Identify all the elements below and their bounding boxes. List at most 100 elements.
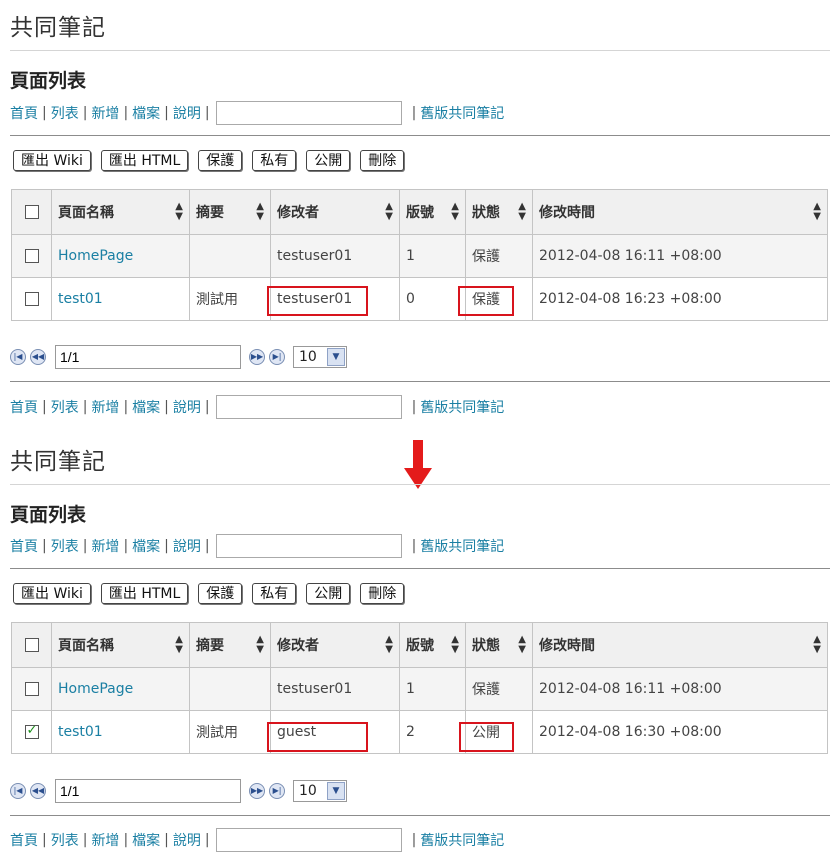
column-header-modifier[interactable]: 修改者 ▲ ▼: [270, 622, 400, 668]
delete-button[interactable]: 刪除: [360, 583, 405, 604]
nav-old-version-link[interactable]: 舊版共同筆記: [420, 536, 504, 556]
table-row[interactable]: test01 測試用 guest 2 公開 2012-04-08 16:30 +…: [11, 710, 828, 754]
public-button[interactable]: 公開: [306, 150, 351, 171]
nav-separator: |: [82, 832, 88, 848]
nav-new-link[interactable]: 新增: [91, 103, 119, 123]
modifier-cell: testuser01: [270, 277, 400, 321]
public-button[interactable]: 公開: [306, 583, 351, 604]
page-name-link[interactable]: HomePage: [58, 681, 133, 697]
nav-files-link[interactable]: 檔案: [132, 397, 160, 417]
row-checkbox[interactable]: [24, 723, 39, 739]
page-name-link[interactable]: HomePage: [58, 248, 133, 264]
title-divider: [10, 484, 830, 485]
nav-help-link[interactable]: 說明: [173, 536, 201, 556]
nav-help-link[interactable]: 說明: [173, 830, 201, 850]
private-button[interactable]: 私有: [252, 150, 297, 171]
last-page-icon[interactable]: ▶|: [269, 349, 285, 365]
protect-button[interactable]: 保護: [198, 583, 243, 604]
first-page-icon[interactable]: |◀: [10, 349, 26, 365]
page-size-select[interactable]: 10 ▼: [293, 780, 347, 802]
page-name-cell: test01: [51, 277, 190, 321]
next-page-icon[interactable]: ▶▶: [249, 783, 265, 799]
nav-old-version-link[interactable]: 舊版共同筆記: [420, 830, 504, 850]
prev-page-icon[interactable]: ◀◀: [30, 349, 46, 365]
export-wiki-button[interactable]: 匯出 Wiki: [13, 583, 91, 604]
nav-new-link[interactable]: 新增: [91, 397, 119, 417]
search-input[interactable]: [215, 534, 402, 558]
table-row[interactable]: HomePage testuser01 1 保護 2012-04-08 16:1…: [11, 667, 828, 711]
nav-files-link[interactable]: 檔案: [132, 536, 160, 556]
nav-separator: |: [204, 832, 210, 848]
page-number-input[interactable]: [55, 345, 241, 369]
nav-new-link[interactable]: 新增: [91, 536, 119, 556]
row-checkbox[interactable]: [24, 292, 39, 306]
column-header-summary[interactable]: 摘要 ▲ ▼: [189, 189, 271, 235]
column-header-status[interactable]: 狀態 ▲ ▼: [465, 189, 533, 235]
wiki-title: 共同筆記: [10, 15, 106, 41]
sort-arrows-icon[interactable]: ▲ ▼: [451, 202, 459, 222]
next-page-icon[interactable]: ▶▶: [249, 349, 265, 365]
nav-list-link[interactable]: 列表: [51, 103, 79, 123]
sort-arrows-icon[interactable]: ▲ ▼: [256, 202, 264, 222]
nav-home-link[interactable]: 首頁: [10, 103, 38, 123]
first-page-icon[interactable]: |◀: [10, 783, 26, 799]
nav-old-version-link[interactable]: 舊版共同筆記: [420, 103, 504, 123]
page-name-link[interactable]: test01: [58, 724, 103, 740]
row-checkbox[interactable]: [24, 682, 39, 696]
export-html-button[interactable]: 匯出 HTML: [100, 583, 189, 604]
sort-arrows-icon[interactable]: ▲ ▼: [385, 202, 393, 222]
nav-help-link[interactable]: 說明: [173, 397, 201, 417]
search-input[interactable]: [215, 395, 402, 419]
nav-separator: |: [164, 832, 169, 848]
nav-home-link[interactable]: 首頁: [10, 536, 38, 556]
column-header-version[interactable]: 版號 ▲ ▼: [399, 189, 466, 235]
sort-arrows-icon[interactable]: ▲ ▼: [385, 635, 393, 655]
sort-arrows-icon[interactable]: ▲ ▼: [813, 635, 821, 655]
export-html-button[interactable]: 匯出 HTML: [100, 150, 189, 171]
row-checkbox[interactable]: [24, 249, 39, 263]
table-row[interactable]: HomePage testuser01 1 保護 2012-04-08 16:1…: [11, 234, 828, 278]
column-header-summary[interactable]: 摘要 ▲ ▼: [189, 622, 271, 668]
nav-home-link[interactable]: 首頁: [10, 830, 38, 850]
last-page-icon[interactable]: ▶|: [269, 783, 285, 799]
prev-page-icon[interactable]: ◀◀: [30, 783, 46, 799]
nav-old-version-link[interactable]: 舊版共同筆記: [420, 397, 504, 417]
page-number-input[interactable]: [55, 779, 241, 803]
column-header-modified-time[interactable]: 修改時間 ▲ ▼: [532, 622, 828, 668]
search-input[interactable]: [215, 101, 402, 125]
nav-help-link[interactable]: 說明: [173, 103, 201, 123]
nav-list-link[interactable]: 列表: [51, 536, 79, 556]
column-header-modified-time[interactable]: 修改時間 ▲ ▼: [532, 189, 828, 235]
panel-before: 共同筆記 頁面列表 首頁 | 列表 | 新增 | 檔案 | 說明 | | 舊版共同筆記 匯出…: [0, 0, 836, 432]
sort-arrows-icon[interactable]: ▲ ▼: [175, 635, 183, 655]
sort-arrows-icon[interactable]: ▲ ▼: [175, 202, 183, 222]
column-header-status[interactable]: 狀態 ▲ ▼: [465, 622, 533, 668]
select-all-checkbox[interactable]: [24, 638, 39, 652]
page-name-link[interactable]: test01: [58, 291, 103, 307]
column-header-name[interactable]: 頁面名稱 ▲ ▼: [51, 622, 190, 668]
nav-new-link[interactable]: 新增: [91, 830, 119, 850]
nav-separator: |: [42, 832, 47, 848]
sort-arrows-icon[interactable]: ▲ ▼: [813, 202, 821, 222]
nav-files-link[interactable]: 檔案: [132, 103, 160, 123]
nav-home-link[interactable]: 首頁: [10, 397, 38, 417]
nav-list-link[interactable]: 列表: [51, 397, 79, 417]
nav-files-link[interactable]: 檔案: [132, 830, 160, 850]
column-header-modifier[interactable]: 修改者 ▲ ▼: [270, 189, 400, 235]
column-header-name[interactable]: 頁面名稱 ▲ ▼: [51, 189, 190, 235]
search-input[interactable]: [215, 828, 402, 852]
delete-button[interactable]: 刪除: [360, 150, 405, 171]
sort-arrows-icon[interactable]: ▲ ▼: [256, 635, 264, 655]
column-header-version[interactable]: 版號 ▲ ▼: [399, 622, 466, 668]
protect-button[interactable]: 保護: [198, 150, 243, 171]
private-button[interactable]: 私有: [252, 583, 297, 604]
sort-arrows-icon[interactable]: ▲ ▼: [451, 635, 459, 655]
sort-arrows-icon[interactable]: ▲ ▼: [518, 202, 526, 222]
page-size-select[interactable]: 10 ▼: [293, 346, 347, 368]
table-row[interactable]: test01 測試用 testuser01 0 保護 2012-04-08 16…: [11, 277, 828, 321]
export-wiki-button[interactable]: 匯出 Wiki: [13, 150, 91, 171]
nav-list-link[interactable]: 列表: [51, 830, 79, 850]
select-all-checkbox[interactable]: [24, 205, 39, 219]
nav-separator: |: [164, 399, 169, 415]
sort-arrows-icon[interactable]: ▲ ▼: [518, 635, 526, 655]
